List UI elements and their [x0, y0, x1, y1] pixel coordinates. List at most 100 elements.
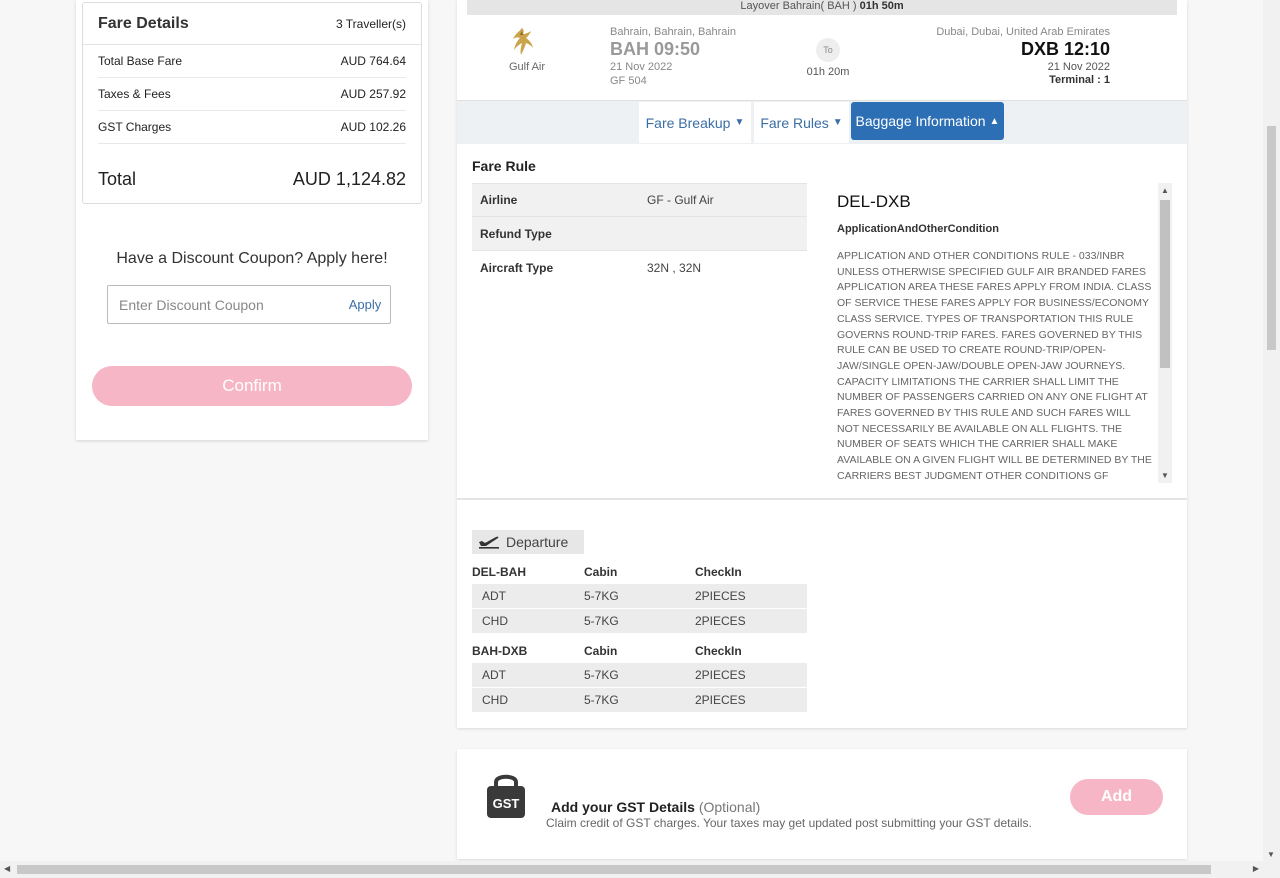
layover-banner: Layover Bahrain( BAH ) 01h 50m [467, 0, 1177, 15]
chevron-up-icon: ▲ [989, 115, 1000, 127]
table-row: Refund Type [472, 217, 807, 251]
table-row: CHD 5-7KG 2PIECES [472, 609, 807, 634]
gulf-air-falcon-logo-icon [509, 26, 535, 61]
fare-row-gst: GST Charges AUD 102.26 [98, 111, 406, 144]
scroll-right-icon[interactable]: ▶ [1253, 864, 1259, 873]
scroll-up-icon[interactable]: ▲ [1161, 186, 1169, 195]
gst-lock-icon: GST [485, 771, 527, 824]
total-value: AUD 1,124.82 [292, 169, 406, 189]
fare-row-base: Total Base Fare AUD 764.64 [98, 45, 406, 78]
fare-row-label: GST Charges [98, 120, 172, 134]
rule-subtitle: ApplicationAndOtherCondition [837, 223, 999, 235]
rule-value: 32N , 32N [647, 261, 702, 275]
scroll-thumb[interactable] [17, 865, 1211, 874]
arrival-terminal: Terminal : 1 [1049, 74, 1110, 86]
gst-optional: (Optional) [698, 799, 761, 815]
baggage-table-del-bah: DEL-BAH Cabin CheckIn ADT 5-7KG 2PIECES … [472, 560, 807, 634]
fare-summary-panel: Fare Details 3 Traveller(s) Total Base F… [76, 0, 428, 440]
table-row: CHD 5-7KG 2PIECES [472, 688, 807, 713]
cabin-allowance: 5-7KG [584, 589, 619, 603]
pax-type: ADT [482, 589, 506, 603]
rule-value: GF - Gulf Air [647, 193, 714, 207]
checkin-allowance: 2PIECES [695, 614, 746, 628]
fare-details-title: Fare Details [98, 14, 189, 32]
cabin-header: Cabin [584, 644, 618, 658]
arrival-city: Dubai, Dubai, United Arab Emirates [936, 26, 1110, 38]
scroll-thumb[interactable] [1160, 200, 1170, 368]
tab-label: Baggage Information [855, 113, 986, 129]
pax-type: CHD [482, 693, 508, 707]
cabin-allowance: 5-7KG [584, 668, 619, 682]
table-row: ADT 5-7KG 2PIECES [472, 584, 807, 609]
fare-row-label: Taxes & Fees [98, 87, 171, 101]
chevron-down-icon: ▼ [832, 117, 843, 128]
airline-name: Gulf Air [508, 61, 546, 73]
flight-number: GF 504 [610, 75, 647, 87]
scroll-thumb[interactable] [1267, 126, 1276, 350]
checkin-allowance: 2PIECES [695, 693, 746, 707]
arrival-info: Dubai, Dubai, United Arab Emirates DXB 1… [936, 26, 1110, 86]
fare-row-label: Total Base Fare [98, 54, 183, 68]
coupon-input[interactable] [108, 286, 340, 323]
section-divider [457, 498, 1187, 500]
arrival-code-time: DXB 12:10 [1020, 39, 1110, 59]
tab-fare-breakup[interactable]: Fare Breakup ▼ [639, 102, 751, 143]
gst-title-text: Add your GST Details [551, 799, 695, 815]
chevron-down-icon: ▼ [734, 117, 745, 128]
coupon-question: Have a Discount Coupon? Apply here! [116, 250, 388, 267]
gst-icon-text: GST [493, 796, 520, 811]
tab-baggage-information[interactable]: Baggage Information ▲ [851, 102, 1004, 140]
flight-details-card: Layover Bahrain( BAH ) 01h 50m Gulf Air … [457, 0, 1187, 728]
add-gst-button[interactable]: Add [1070, 779, 1163, 815]
baggage-header: BAH-DXB Cabin CheckIn [472, 639, 807, 663]
baggage-table-bah-dxb: BAH-DXB Cabin CheckIn ADT 5-7KG 2PIECES … [472, 639, 807, 713]
cabin-header: Cabin [584, 565, 618, 579]
fare-row-value: AUD 764.64 [340, 54, 406, 68]
fare-rule-title: Fare Rule [472, 158, 536, 174]
scroll-left-icon[interactable]: ◀ [4, 864, 10, 873]
fare-rule-text-panel[interactable]: DEL-DXB ApplicationAndOtherCondition APP… [827, 183, 1172, 483]
departure-chip: Departure [472, 530, 584, 554]
cabin-allowance: 5-7KG [584, 614, 619, 628]
fare-details-header: Fare Details 3 Traveller(s) [83, 3, 421, 45]
gst-details-card: GST Add your GST Details (Optional) Clai… [457, 749, 1187, 859]
checkin-header: CheckIn [695, 565, 742, 579]
scroll-down-icon[interactable]: ▼ [1267, 850, 1275, 859]
page-horizontal-scrollbar[interactable]: ◀ ▶ [0, 861, 1280, 878]
gst-description: Claim credit of GST charges. Your taxes … [546, 816, 1032, 830]
arrival-date: 21 Nov 2022 [1047, 61, 1110, 73]
details-tabs: Fare Breakup ▼ Fare Rules ▼ Baggage Info… [457, 100, 1187, 144]
rule-key: Airline [480, 193, 518, 207]
departure-code-time: BAH 09:50 [610, 39, 701, 59]
plane-takeoff-icon [478, 533, 500, 552]
layover-duration: 01h 50m [859, 0, 904, 12]
rule-segment: DEL-DXB [837, 192, 911, 211]
tab-fare-rules[interactable]: Fare Rules ▼ [754, 102, 849, 143]
scroll-down-icon[interactable]: ▼ [1161, 471, 1169, 480]
table-row: Aircraft Type 32N , 32N [472, 251, 807, 285]
apply-coupon-button[interactable]: Apply [340, 297, 390, 312]
rule-scrollbar[interactable]: ▲ ▼ [1158, 183, 1172, 483]
checkin-header: CheckIn [695, 644, 742, 658]
fare-rule-table: Airline GF - Gulf Air Refund Type Aircra… [472, 183, 807, 285]
total-label: Total [98, 169, 137, 189]
route-label: BAH-DXB [472, 644, 528, 658]
baggage-header: DEL-BAH Cabin CheckIn [472, 560, 807, 584]
traveller-count: 3 Traveller(s) [335, 16, 406, 31]
route-label: DEL-BAH [472, 565, 526, 579]
layover-text: Layover Bahrain( BAH ) [740, 0, 860, 12]
to-indicator: To [816, 38, 840, 62]
departure-city: Bahrain, Bahrain, Bahrain [610, 26, 736, 38]
fare-total: Total AUD 1,124.82 [98, 169, 406, 190]
confirm-button[interactable]: Confirm [92, 366, 412, 406]
fare-row-value: AUD 257.92 [340, 87, 406, 101]
table-row: ADT 5-7KG 2PIECES [472, 663, 807, 688]
fare-row-value: AUD 102.26 [340, 120, 406, 134]
gst-title: Add your GST Details (Optional) [551, 799, 760, 815]
table-row: Airline GF - Gulf Air [472, 183, 807, 217]
fare-details-box: Fare Details 3 Traveller(s) Total Base F… [82, 2, 422, 204]
rule-key: Aircraft Type [480, 261, 554, 275]
coupon-field: Apply [107, 285, 391, 324]
pax-type: CHD [482, 614, 508, 628]
page-vertical-scrollbar[interactable]: ▼ [1263, 0, 1280, 861]
